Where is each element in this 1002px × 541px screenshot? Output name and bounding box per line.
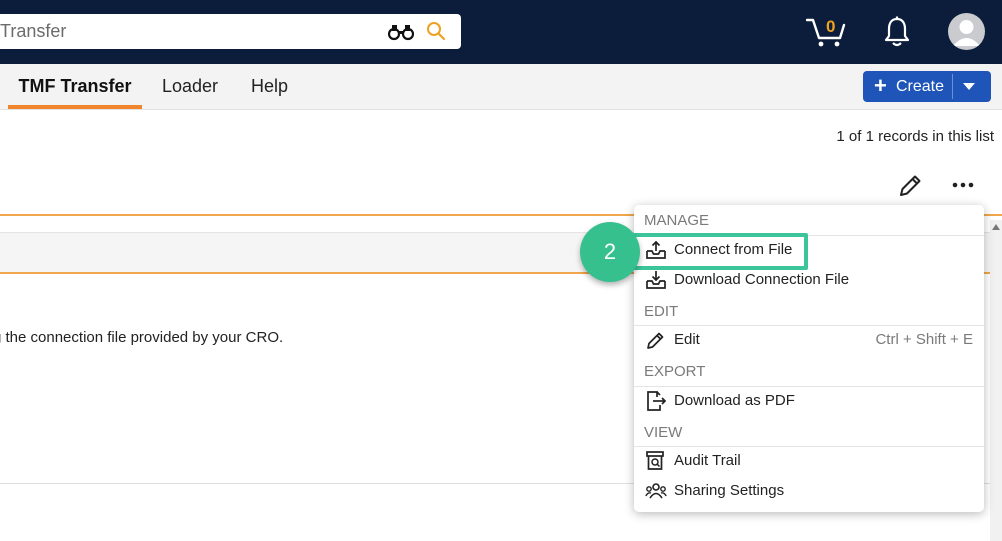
tab-bar: TMF Transfer Loader Help	[0, 64, 1002, 110]
menu-item-audit-trail[interactable]: Audit Trail	[634, 447, 984, 475]
user-avatar-icon[interactable]	[948, 13, 985, 50]
menu-item-edit[interactable]: Edit Ctrl + Shift + E	[634, 326, 984, 354]
menu-section-edit: EDIT	[644, 303, 679, 320]
users-icon	[645, 483, 667, 499]
records-count: 1 of 1 records in this list	[836, 128, 994, 145]
create-button[interactable]: + Create	[863, 71, 952, 102]
tab-tmf-transfer[interactable]: TMF Transfer	[8, 64, 142, 109]
binoculars-icon[interactable]	[388, 23, 414, 41]
scrollbar[interactable]	[990, 220, 1002, 541]
menu-item-label: Edit	[674, 331, 700, 348]
download-tray-icon	[646, 271, 666, 289]
step-badge: 2	[580, 222, 640, 282]
menu-section-view: VIEW	[644, 424, 683, 441]
highlight-box	[631, 233, 808, 270]
description-text: g the connection file provided by your C…	[0, 329, 284, 346]
audit-icon	[646, 451, 664, 470]
top-bar: 0	[0, 0, 1002, 64]
create-label: Create	[896, 78, 945, 95]
chevron-down-icon[interactable]	[963, 83, 975, 90]
export-file-icon	[647, 391, 667, 411]
more-actions-icon[interactable]	[951, 178, 975, 192]
create-divider	[952, 74, 953, 99]
search-box	[0, 14, 461, 49]
pencil-icon	[647, 332, 664, 349]
menu-item-label: Sharing Settings	[674, 482, 785, 499]
search-input[interactable]	[0, 14, 360, 49]
bell-icon[interactable]	[883, 16, 911, 48]
scroll-up-icon[interactable]	[992, 224, 1000, 230]
menu-item-label: Download as PDF	[674, 392, 795, 409]
plus-icon: +	[874, 73, 887, 98]
cart-count-badge: 0	[826, 17, 836, 36]
menu-section-manage: MANAGE	[644, 212, 710, 229]
create-button-group: + Create	[863, 71, 991, 102]
menu-section-export: EXPORT	[644, 363, 706, 380]
menu-item-download-as-pdf[interactable]: Download as PDF	[634, 387, 984, 415]
pencil-icon[interactable]	[897, 173, 923, 199]
menu-item-label: Download Connection File	[674, 271, 850, 288]
menu-item-sharing-settings[interactable]: Sharing Settings	[634, 477, 984, 505]
search-icon[interactable]	[426, 21, 446, 41]
menu-item-label: Audit Trail	[674, 452, 741, 469]
tab-loader[interactable]: Loader	[162, 64, 218, 109]
tab-help[interactable]: Help	[251, 64, 288, 109]
menu-item-download-connection-file[interactable]: Download Connection File	[634, 266, 984, 294]
keyboard-shortcut: Ctrl + Shift + E	[875, 331, 973, 348]
